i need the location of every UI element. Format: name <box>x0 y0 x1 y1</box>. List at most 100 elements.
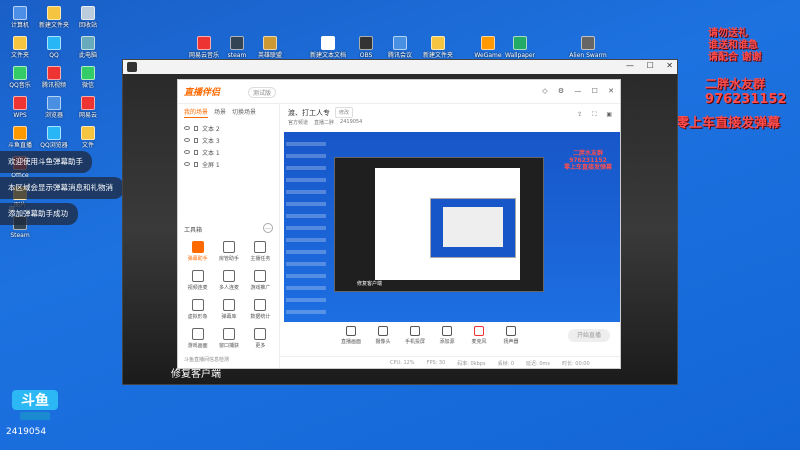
tool-label: 主播任务 <box>250 256 271 262</box>
desktop-icon[interactable]: 此电脑 <box>66 36 110 59</box>
desktop-icon[interactable]: 英雄联盟 <box>248 36 292 59</box>
tool-button[interactable]: 弹幕库 <box>213 299 244 320</box>
lock-icon[interactable] <box>194 149 198 155</box>
tool-button[interactable]: 虚拟形象 <box>182 299 213 320</box>
edit-room-button[interactable]: 修改 <box>335 107 354 118</box>
room-streamer: 直播二胖 <box>314 120 335 126</box>
app-icon <box>481 36 495 50</box>
preview-nested-deep <box>443 207 503 247</box>
eye-icon[interactable] <box>184 126 190 130</box>
app-icon <box>81 126 95 140</box>
app-icon <box>359 36 373 50</box>
scene-item[interactable]: 文本 2 <box>184 122 273 134</box>
status-item: 延迟: 0ms <box>526 361 550 367</box>
minimize-icon[interactable]: — <box>574 87 581 95</box>
status-item: 时长: 00:00 <box>561 361 590 367</box>
preview-nested-preview <box>430 198 516 258</box>
desktop-icon-label: 新建文件夹 <box>422 52 453 59</box>
source-icon <box>346 326 356 336</box>
start-live-button[interactable]: 开始直播 <box>568 329 610 342</box>
tool-label: 数据统计 <box>250 314 271 320</box>
lock-icon[interactable] <box>194 137 198 143</box>
tool-button[interactable]: 弹幕助手 <box>182 241 213 262</box>
status-item: CPU: 12% <box>390 360 415 366</box>
app-icon <box>47 66 61 80</box>
close-icon[interactable]: ✕ <box>608 87 614 95</box>
desktop-icon[interactable]: 文件 <box>66 126 110 149</box>
tool-label: 游戏画面 <box>187 343 208 349</box>
lock-icon[interactable] <box>194 161 198 167</box>
tool-icon <box>222 270 235 282</box>
scene-item[interactable]: 文本 1 <box>184 146 273 158</box>
source-button[interactable]: 直播画面 <box>340 326 362 345</box>
tool-icon <box>191 328 204 340</box>
tool-button[interactable]: 更多 <box>245 328 276 349</box>
tool-button[interactable]: 视频连麦 <box>182 270 213 291</box>
desktop-icon[interactable]: Alien Swarm <box>566 36 610 59</box>
more-icon[interactable]: … <box>263 223 273 233</box>
maximize-icon[interactable]: ☐ <box>647 61 654 70</box>
tool-button[interactable]: 游戏画面 <box>182 328 213 349</box>
source-icon <box>378 326 388 336</box>
message-icon[interactable]: ◇ <box>542 87 547 95</box>
desktop-icon[interactable]: 新建文件夹 <box>416 36 460 59</box>
tab-scenes[interactable]: 场景 <box>214 107 226 118</box>
screenshot-icon[interactable]: ▣ <box>606 111 612 118</box>
tool-button[interactable]: 主播任务 <box>245 241 276 262</box>
tool-icon <box>222 328 235 340</box>
source-icon <box>506 326 516 336</box>
preview-nested-app <box>375 168 520 280</box>
minimize-icon[interactable]: — <box>626 61 634 70</box>
stream-window-titlebar[interactable]: — ☐ ✕ <box>123 60 677 74</box>
room-id: 2419054 <box>6 427 47 437</box>
app-icon <box>47 6 61 20</box>
qq-number: 976231152 <box>705 92 787 107</box>
version-badge[interactable]: 测试版 <box>248 87 277 98</box>
desktop-icon[interactable]: Wallpaper <box>498 36 542 59</box>
eye-icon[interactable] <box>184 162 190 166</box>
desktop-icon-label: 此电脑 <box>78 52 97 59</box>
source-button[interactable]: 手机投屏 <box>404 326 426 345</box>
scene-item[interactable]: 全屏 1 <box>184 158 273 170</box>
preview-overlay-text: 二胖水友群 976231152 零上车直接发弹幕 <box>564 150 612 171</box>
tool-button[interactable]: 房管助手 <box>213 241 244 262</box>
source-button[interactable]: 添加源 <box>436 326 458 345</box>
source-button[interactable]: 摄像头 <box>372 326 394 345</box>
source-label: 麦克风 <box>471 339 487 345</box>
tool-label: 游戏推广 <box>250 285 271 291</box>
eye-icon[interactable] <box>184 138 190 142</box>
tab-my-scenes[interactable]: 我的场景 <box>184 107 209 118</box>
desktop-icon[interactable]: 微信 <box>66 66 110 89</box>
tab-switch-scene[interactable]: 切换场景 <box>232 107 256 118</box>
source-button[interactable]: 麦克风 <box>468 326 490 345</box>
tool-icon <box>222 299 235 311</box>
status-bar: CPU: 12% FPS: 30 码率: 0kbps 丢帧: 0 延迟: 0ms 时长: … <box>280 356 620 368</box>
tool-icon <box>254 241 267 253</box>
eye-icon[interactable] <box>184 150 190 154</box>
app-icon <box>13 6 27 20</box>
source-button[interactable]: 扬声器 <box>500 326 522 345</box>
danmaku-hint: 零上车直接发弹幕 <box>676 116 781 131</box>
fullscreen-icon[interactable]: ⛶ <box>592 111 596 118</box>
status-item: FPS: 30 <box>426 360 446 366</box>
tool-button[interactable]: 数据统计 <box>245 299 276 320</box>
scene-panel: 我的场景 场景 切换场景 文本 2 文本 3 文本 1 全屏 1 工具箱 … 弹… <box>178 104 280 368</box>
desktop-icon[interactable]: 回收站 <box>66 6 110 29</box>
close-icon[interactable]: ✕ <box>666 61 673 70</box>
share-icon[interactable]: ⇪ <box>577 111 582 118</box>
app-icon <box>13 96 27 110</box>
scene-label: 全屏 1 <box>202 161 220 169</box>
source-label: 扬声器 <box>503 339 519 345</box>
scene-tabs: 我的场景 场景 切换场景 <box>178 104 279 118</box>
lock-icon[interactable] <box>194 125 198 131</box>
settings-icon[interactable]: ⚙ <box>558 87 564 95</box>
live-preview[interactable]: 二胖水友群 976231152 零上车直接发弹幕 修复客户端 <box>284 132 620 322</box>
scene-item[interactable]: 文本 3 <box>184 134 273 146</box>
desktop-icon-label: Alien Swarm <box>569 52 607 59</box>
desktop-icon[interactable]: 网易云 <box>66 96 110 119</box>
tool-button[interactable]: 游戏推广 <box>245 270 276 291</box>
tool-label: 多人连麦 <box>218 285 239 291</box>
tool-button[interactable]: 多人连麦 <box>213 270 244 291</box>
tool-button[interactable]: 窗口捕获 <box>213 328 244 349</box>
maximize-icon[interactable]: ☐ <box>592 87 598 95</box>
